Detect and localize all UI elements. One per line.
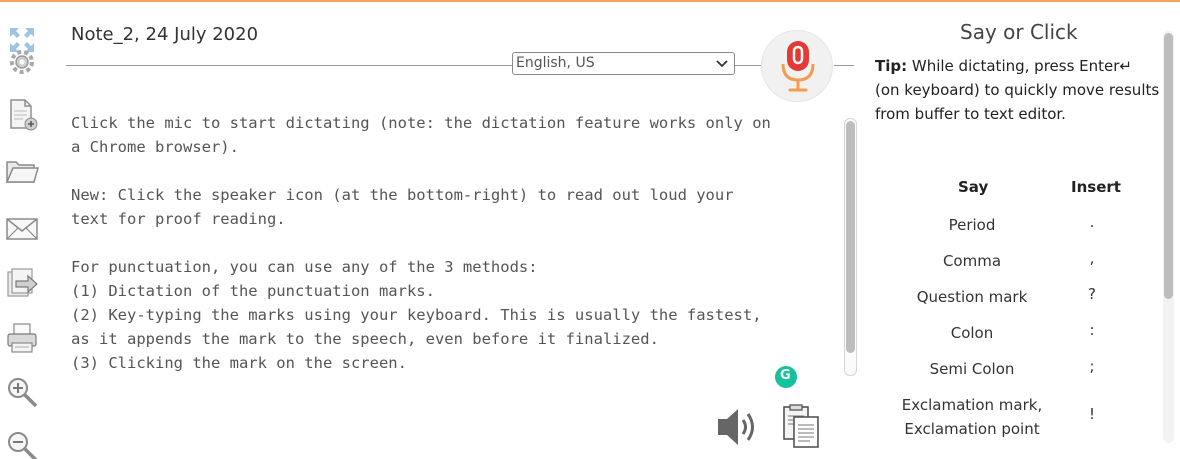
zoom-in-icon[interactable] <box>4 374 40 410</box>
panel-scrollbar-thumb[interactable] <box>1164 33 1173 299</box>
text-editor[interactable]: Click the mic to start dictating (note: … <box>71 111 831 379</box>
zoom-out-icon[interactable] <box>4 428 40 459</box>
insert-question-mark-button[interactable]: ? <box>1077 285 1107 303</box>
microphone-button[interactable] <box>761 30 833 102</box>
tip-body: While dictating, press Enter↵ (on keyboa… <box>875 57 1160 123</box>
tip-text: Tip: While dictating, press Enter↵ (on k… <box>875 54 1160 126</box>
header-divider <box>66 65 512 66</box>
print-icon[interactable] <box>4 320 40 356</box>
left-toolbar <box>0 18 46 459</box>
language-select[interactable]: English, US <box>512 52 735 75</box>
grammarly-icon: G <box>780 368 791 383</box>
insert-exclamation-button[interactable]: ! <box>1077 405 1107 423</box>
new-document-icon[interactable] <box>4 96 40 132</box>
punctuation-say-comma: Comma <box>942 252 1002 270</box>
top-accent-bar <box>0 0 1180 2</box>
settings-icon[interactable] <box>4 40 40 76</box>
note-title: Note_2, 24 July 2020 <box>71 24 259 45</box>
insert-semi-colon-button[interactable]: ; <box>1077 357 1107 375</box>
language-select-value: English, US <box>516 55 595 71</box>
chevron-down-icon <box>716 60 728 68</box>
punctuation-say-exclamation: Exclamation mark, Exclamation point <box>901 396 1043 438</box>
header-divider <box>735 65 761 66</box>
punctuation-say-period: Period <box>948 216 996 234</box>
panel-title: Say or Click <box>960 20 1078 44</box>
column-header-say: Say <box>958 178 989 196</box>
clipboard-icon[interactable] <box>782 404 820 448</box>
email-icon[interactable] <box>4 210 40 246</box>
punctuation-say-question-mark: Question mark <box>916 288 1028 306</box>
punctuation-say-colon: Colon <box>950 324 994 342</box>
insert-colon-button[interactable]: : <box>1077 321 1107 339</box>
microphone-icon <box>781 41 815 92</box>
header-divider <box>834 65 854 66</box>
export-icon[interactable] <box>4 266 40 302</box>
open-folder-icon[interactable] <box>4 153 40 189</box>
speaker-icon[interactable] <box>716 405 762 449</box>
insert-period-button[interactable]: . <box>1077 213 1107 231</box>
grammarly-button[interactable]: G <box>775 366 797 388</box>
punctuation-say-semi-colon: Semi Colon <box>929 360 1015 378</box>
column-header-insert: Insert <box>1071 178 1121 196</box>
editor-scrollbar-thumb[interactable] <box>846 121 855 353</box>
insert-comma-button[interactable]: , <box>1077 249 1107 267</box>
tip-label: Tip: <box>875 57 908 75</box>
